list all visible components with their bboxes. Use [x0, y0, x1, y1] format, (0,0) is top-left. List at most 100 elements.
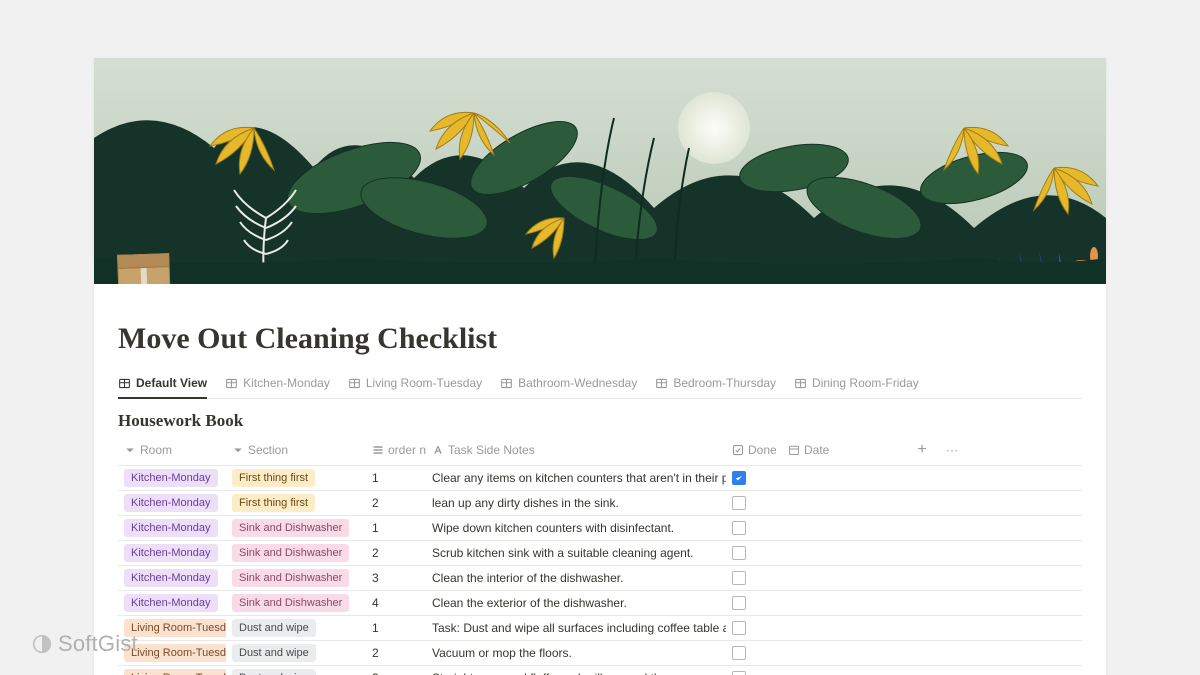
cell-date[interactable]: [782, 625, 902, 631]
cell-done[interactable]: [726, 518, 782, 538]
tab-dining-room-friday[interactable]: Dining Room-Friday: [794, 370, 919, 399]
cell-order[interactable]: 2: [366, 493, 426, 513]
table-row[interactable]: Kitchen-Monday Sink and Dishwasher 2Scrub …: [118, 541, 1082, 566]
checkbox[interactable]: [732, 596, 746, 610]
col-done[interactable]: Done: [726, 441, 782, 459]
col-date[interactable]: Date: [782, 441, 902, 459]
table-row[interactable]: Kitchen-MondayFirst thing first1Clear an…: [118, 466, 1082, 491]
cell-done[interactable]: [726, 543, 782, 563]
checkbox[interactable]: [732, 546, 746, 560]
cell-date[interactable]: [782, 550, 902, 556]
table-row[interactable]: Living Room-TuesdayDust and wipe1Task: D…: [118, 616, 1082, 641]
cell-room[interactable]: Kitchen-Monday: [118, 566, 226, 590]
table-icon: [348, 377, 361, 390]
cell-section[interactable]: Sink and Dishwasher: [226, 516, 366, 540]
table-row[interactable]: Kitchen-MondaySink and Dishwasher3Clean …: [118, 566, 1082, 591]
cell-room[interactable]: Kitchen-Monday: [118, 541, 226, 565]
table-icon: [118, 377, 131, 390]
cell-section[interactable]: Dust and wipe: [226, 616, 366, 640]
cell-notes[interactable]: lean up any dirty dishes in the sink.: [426, 493, 726, 513]
cell-done[interactable]: [726, 568, 782, 588]
cell-room[interactable]: Living Room-Tuesday: [118, 666, 226, 675]
cell-order[interactable]: 2: [366, 543, 426, 563]
table-row[interactable]: Kitchen-Monday First thing first 2lean up …: [118, 491, 1082, 516]
checkbox[interactable]: [732, 571, 746, 585]
section-tag: Sink and Dishwasher: [232, 544, 349, 562]
box-icon: [117, 253, 171, 284]
cell-room[interactable]: Kitchen-Monday: [118, 466, 226, 490]
cell-notes[interactable]: Wipe down kitchen counters with disinfec…: [426, 518, 726, 538]
cell-done[interactable]: [726, 643, 782, 663]
cell-date[interactable]: [782, 475, 902, 481]
tab-bedroom-thursday[interactable]: Bedroom-Thursday: [655, 370, 776, 399]
cell-notes[interactable]: Clean the exterior of the dishwasher.: [426, 593, 726, 613]
cell-order[interactable]: 1: [366, 468, 426, 488]
tab-default-view[interactable]: Default View: [118, 370, 207, 399]
cell-notes[interactable]: Vacuum or mop the floors.: [426, 643, 726, 663]
checkbox[interactable]: [732, 621, 746, 635]
cell-date[interactable]: [782, 500, 902, 506]
cell-notes[interactable]: Clean the interior of the dishwasher.: [426, 568, 726, 588]
cell-notes[interactable]: Clear any items on kitchen counters that…: [426, 468, 726, 488]
cell-section[interactable]: First thing first: [226, 466, 366, 490]
cell-date[interactable]: [782, 525, 902, 531]
cell-date[interactable]: [782, 575, 902, 581]
checkbox[interactable]: [732, 521, 746, 535]
database-title[interactable]: Housework Book: [118, 411, 1082, 431]
cell-room[interactable]: Kitchen-Monday: [118, 591, 226, 615]
cell-order[interactable]: 3: [366, 668, 426, 675]
cell-notes[interactable]: Task: Dust and wipe all surfaces includi…: [426, 618, 726, 638]
checkbox[interactable]: [732, 671, 746, 675]
cell-done[interactable]: [726, 493, 782, 513]
text-icon: [432, 444, 444, 456]
table: Room Section order no. Task Side Notes: [118, 435, 1082, 675]
cell-done[interactable]: [726, 618, 782, 638]
page-content: Move Out Cleaning Checklist Default View…: [94, 284, 1106, 675]
table-icon: [655, 377, 668, 390]
table-row[interactable]: Kitchen-Monday Sink and Dishwasher 4Clean …: [118, 591, 1082, 616]
col-section[interactable]: Section: [226, 441, 366, 459]
room-tag: Kitchen-Monday: [124, 494, 218, 512]
cell-order[interactable]: 1: [366, 518, 426, 538]
section-tag: Sink and Dishwasher: [232, 594, 349, 612]
cell-order[interactable]: 4: [366, 593, 426, 613]
checkbox[interactable]: [732, 496, 746, 510]
tab-kitchen-monday[interactable]: Kitchen-Monday: [225, 370, 330, 399]
checkbox[interactable]: [732, 646, 746, 660]
cell-notes[interactable]: Scrub kitchen sink with a suitable clean…: [426, 543, 726, 563]
table-row[interactable]: Kitchen-MondaySink and Dishwasher1Wipe d…: [118, 516, 1082, 541]
select-icon: [232, 444, 244, 456]
cell-done[interactable]: [726, 593, 782, 613]
cell-section[interactable]: First thing first: [226, 491, 366, 515]
table-row[interactable]: Living Room-TuesdayDust and wipe2Vacuum …: [118, 641, 1082, 666]
col-order[interactable]: order no.: [366, 441, 426, 459]
section-tag: First thing first: [232, 494, 315, 512]
page-title[interactable]: Move Out Cleaning Checklist: [118, 322, 1082, 356]
cell-notes[interactable]: Straighten up and fluff couch pillows an…: [426, 668, 726, 675]
cell-section[interactable]: Sink and Dishwasher: [226, 566, 366, 590]
checkbox[interactable]: [732, 471, 746, 485]
page-card: Move Out Cleaning Checklist Default View…: [94, 58, 1106, 675]
col-room[interactable]: Room: [118, 441, 226, 459]
cell-done[interactable]: [726, 668, 782, 675]
tab-bathroom-wednesday[interactable]: Bathroom-Wednesday: [500, 370, 637, 399]
add-column-button[interactable]: +: [902, 439, 942, 461]
cell-section[interactable]: Sink and Dishwasher: [226, 591, 366, 615]
cell-section[interactable]: Dust and wipe: [226, 666, 366, 675]
cell-order[interactable]: 3: [366, 568, 426, 588]
cell-order[interactable]: 2: [366, 643, 426, 663]
cell-date[interactable]: [782, 650, 902, 656]
cell-room[interactable]: Kitchen-Monday: [118, 491, 226, 515]
cell-section[interactable]: Sink and Dishwasher: [226, 541, 366, 565]
page-icon[interactable]: [118, 254, 170, 284]
more-columns-button[interactable]: ···: [942, 441, 962, 459]
tab-living-room-tuesday[interactable]: Living Room-Tuesday: [348, 370, 482, 399]
cell-date[interactable]: [782, 600, 902, 606]
col-notes[interactable]: Task Side Notes: [426, 441, 726, 459]
cell-order[interactable]: 1: [366, 618, 426, 638]
table-icon: [500, 377, 513, 390]
cell-room[interactable]: Kitchen-Monday: [118, 516, 226, 540]
table-row[interactable]: Living Room-TuesdayDust and wipe3Straigh…: [118, 666, 1082, 675]
cell-section[interactable]: Dust and wipe: [226, 641, 366, 665]
cell-done[interactable]: [726, 468, 782, 488]
